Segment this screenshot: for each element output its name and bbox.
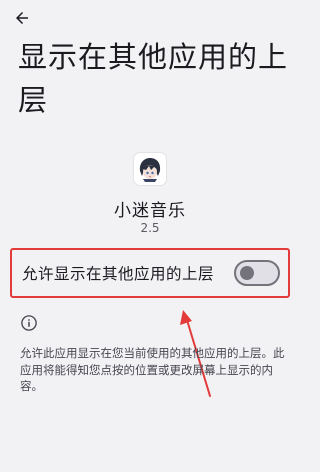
info-icon [21,315,37,331]
app-name: 小迷音乐 [114,201,186,221]
anime-avatar-icon [139,158,161,182]
overlay-permission-toggle-row[interactable]: 允许显示在其他应用的上层 [10,248,290,298]
back-button[interactable] [8,4,36,32]
page-title: 显示在其他应用的上层 [18,40,289,117]
permission-description: 允许此应用显示在您当前使用的其他应用的上层。此应用将能得知您点按的位置或更改屏幕… [20,346,285,393]
overlay-permission-switch[interactable] [234,260,280,286]
app-icon [134,153,166,185]
app-version: 2.5 [140,221,160,235]
arrow-left-icon [16,12,28,24]
switch-thumb [240,266,254,280]
toggle-label: 允许显示在其他应用的上层 [22,265,215,283]
